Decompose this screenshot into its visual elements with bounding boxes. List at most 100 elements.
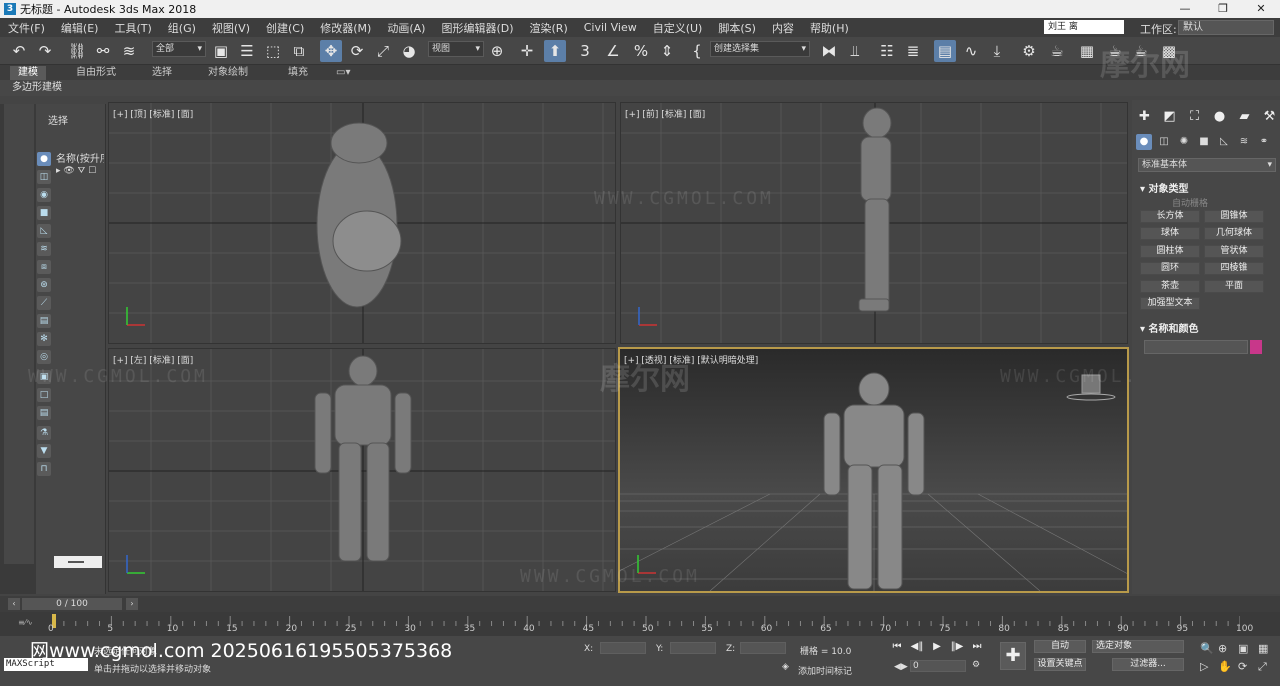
display-containers-icon[interactable]: ▤ <box>37 314 51 328</box>
select-manipulate-icon[interactable]: ✛ <box>516 40 538 62</box>
key-filter-dropdown[interactable]: 选定对象 <box>1092 640 1184 653</box>
render-production-icon[interactable]: ☕ <box>1104 40 1126 62</box>
ribbon-panel-polygon-modeling[interactable]: 多边形建模 <box>0 80 1280 96</box>
create-pyramid-button[interactable]: 四棱锥 <box>1204 262 1264 275</box>
display-helpers-icon[interactable]: ◺ <box>37 224 51 238</box>
zoom-extents-all-icon[interactable]: ▦ <box>1258 642 1268 655</box>
minimize-button[interactable]: — <box>1166 0 1204 18</box>
menu-tools[interactable]: 工具(T) <box>106 20 159 36</box>
edit-named-selection-icon[interactable]: { <box>686 40 708 62</box>
undo-icon[interactable]: ↶ <box>8 40 30 62</box>
display-xrefs-icon[interactable]: ⊛ <box>37 278 51 292</box>
maximize-viewport-icon[interactable]: ⤢ <box>1258 660 1267 674</box>
curve-editor-icon[interactable]: ∿ <box>960 40 982 62</box>
helpers-category-icon[interactable]: ◺ <box>1216 134 1232 150</box>
time-slider-thumb[interactable]: 0 / 100 <box>22 598 122 610</box>
key-mode-icon[interactable]: ◀▶ <box>894 662 908 672</box>
select-scale-icon[interactable]: ⤢ <box>372 40 394 62</box>
modify-tab-icon[interactable]: ◩ <box>1161 108 1178 126</box>
create-cone-button[interactable]: 圆锥体 <box>1204 210 1264 223</box>
auto-key-button[interactable]: 自动 <box>1034 640 1086 653</box>
viewport-front-label[interactable]: [+] [前] [标准] [面] <box>625 107 705 120</box>
orbit-icon[interactable]: ⟳ <box>1238 660 1247 673</box>
schematic-view-icon[interactable]: ⤓ <box>986 40 1008 62</box>
display-lights-icon[interactable]: ◉ <box>37 188 51 202</box>
z-coord-field[interactable] <box>740 642 786 654</box>
key-filters-button[interactable]: 过滤器... <box>1112 658 1184 671</box>
create-box-button[interactable]: 长方体 <box>1140 210 1200 223</box>
find-filter-icon[interactable]: ⚗ <box>37 426 51 440</box>
rendered-frame-icon[interactable]: ▦ <box>1076 40 1098 62</box>
y-coord-field[interactable] <box>670 642 716 654</box>
scene-explorer-icon[interactable]: ☷ <box>876 40 898 62</box>
viewport-left[interactable]: [+] [左] [标准] [面] <box>108 348 616 592</box>
viewport-front[interactable]: [+] [前] [标准] [面] <box>620 102 1128 344</box>
ribbon-tab-populate[interactable]: 填充 <box>280 66 316 80</box>
menu-views[interactable]: 视图(V) <box>204 20 258 36</box>
ribbon-tab-freeform[interactable]: 自由形式 <box>68 66 124 80</box>
track-bar[interactable]: ≡⁄∿ 0 5 10 15 20 25 30 35 40 45 50 55 60 65 70 75 80 85 90… <box>0 612 1280 636</box>
menu-help[interactable]: 帮助(H) <box>802 20 857 36</box>
rect-selection-icon[interactable]: ⬚ <box>262 40 284 62</box>
object-color-swatch[interactable] <box>1250 340 1262 354</box>
utilities-tab-icon[interactable]: ⚒ <box>1261 108 1278 126</box>
placement-icon[interactable]: ◕ <box>398 40 420 62</box>
menu-graph-editors[interactable]: 图形编辑器(D) <box>433 20 521 36</box>
filter-icon[interactable]: ▼ <box>37 444 51 458</box>
display-spacewarps-icon[interactable]: ≋ <box>37 242 51 256</box>
create-geosphere-button[interactable]: 几何球体 <box>1204 227 1264 240</box>
viewport-top[interactable]: [+] [顶] [标准] [面] <box>108 102 616 344</box>
select-move-icon[interactable]: ✥ <box>320 40 342 62</box>
material-editor-icon[interactable]: ⚙ <box>1018 40 1040 62</box>
menu-scripting[interactable]: 脚本(S) <box>710 20 764 36</box>
motion-tab-icon[interactable]: ● <box>1211 108 1228 126</box>
bind-spacewarp-icon[interactable]: ≋ <box>118 40 140 62</box>
shapes-category-icon[interactable]: ◫ <box>1156 134 1172 150</box>
menu-civil-view[interactable]: Civil View <box>576 21 645 34</box>
a360-render-icon[interactable]: ▩ <box>1158 40 1180 62</box>
close-button[interactable]: ✕ <box>1242 0 1280 18</box>
menu-edit[interactable]: 编辑(E) <box>53 20 107 36</box>
layer-explorer-icon[interactable]: ≣ <box>902 40 924 62</box>
maximize-button[interactable]: ❐ <box>1204 0 1242 18</box>
zoom-extents-icon[interactable]: ▣ <box>1238 642 1248 655</box>
name-color-rollout[interactable]: ▾ 名称和颜色 <box>1140 320 1199 335</box>
display-all-icon[interactable]: ▣ <box>37 370 51 384</box>
window-crossing-icon[interactable]: ⧉ <box>288 40 310 62</box>
viewport-left-label[interactable]: [+] [左] [标准] [面] <box>113 353 193 366</box>
ribbon-tab-selection[interactable]: 选择 <box>144 66 180 80</box>
keyboard-shortcut-icon[interactable]: ⬆ <box>544 40 566 62</box>
user-account-dropdown[interactable]: 刘王 离 <box>1044 20 1124 34</box>
workspace-dropdown[interactable]: 默认 <box>1178 20 1274 35</box>
object-name-input[interactable] <box>1144 340 1248 354</box>
autogrid-checkbox[interactable]: 自动栅格 <box>1172 196 1208 209</box>
unlink-icon[interactable]: ⚯ <box>92 40 114 62</box>
mirror-icon[interactable]: ⧓ <box>818 40 840 62</box>
ribbon-options-icon[interactable]: ▭▾ <box>328 66 358 80</box>
create-sphere-button[interactable]: 球体 <box>1140 227 1200 240</box>
select-object-icon[interactable]: ▣ <box>210 40 232 62</box>
select-by-name-icon[interactable]: ☰ <box>236 40 258 62</box>
menu-group[interactable]: 组(G) <box>160 20 204 36</box>
play-icon[interactable]: ▶ <box>930 640 944 654</box>
goto-end-icon[interactable]: ⏭ <box>970 640 984 654</box>
invert-display-icon[interactable]: ▤ <box>37 406 51 420</box>
set-key-button[interactable]: 设置关键点 <box>1034 658 1086 671</box>
geometry-category-icon[interactable]: ● <box>1136 134 1152 150</box>
menu-animation[interactable]: 动画(A) <box>379 20 433 36</box>
prev-frame-arrow-icon[interactable]: ‹ <box>8 598 20 610</box>
cameras-category-icon[interactable]: ■ <box>1196 134 1212 150</box>
spacewarps-category-icon[interactable]: ≋ <box>1236 134 1252 150</box>
next-frame-arrow-icon[interactable]: › <box>126 598 138 610</box>
set-key-icon[interactable]: ✚ <box>1000 642 1026 670</box>
menu-file[interactable]: 文件(F) <box>0 20 53 36</box>
explorer-name-column[interactable]: 名称(按升序 <box>56 150 104 165</box>
menu-content[interactable]: 内容 <box>764 20 802 36</box>
lock-icon[interactable]: ⊓ <box>37 462 51 476</box>
selection-filter-dropdown[interactable]: 全部 <box>152 41 206 57</box>
x-coord-field[interactable] <box>600 642 646 654</box>
time-tag-icon[interactable]: ◈ <box>782 662 789 672</box>
viewport-perspective-label[interactable]: [+] [透视] [标准] [默认明暗处理] <box>624 353 758 366</box>
redo-icon[interactable]: ↷ <box>34 40 56 62</box>
create-teapot-button[interactable]: 茶壶 <box>1140 280 1200 293</box>
